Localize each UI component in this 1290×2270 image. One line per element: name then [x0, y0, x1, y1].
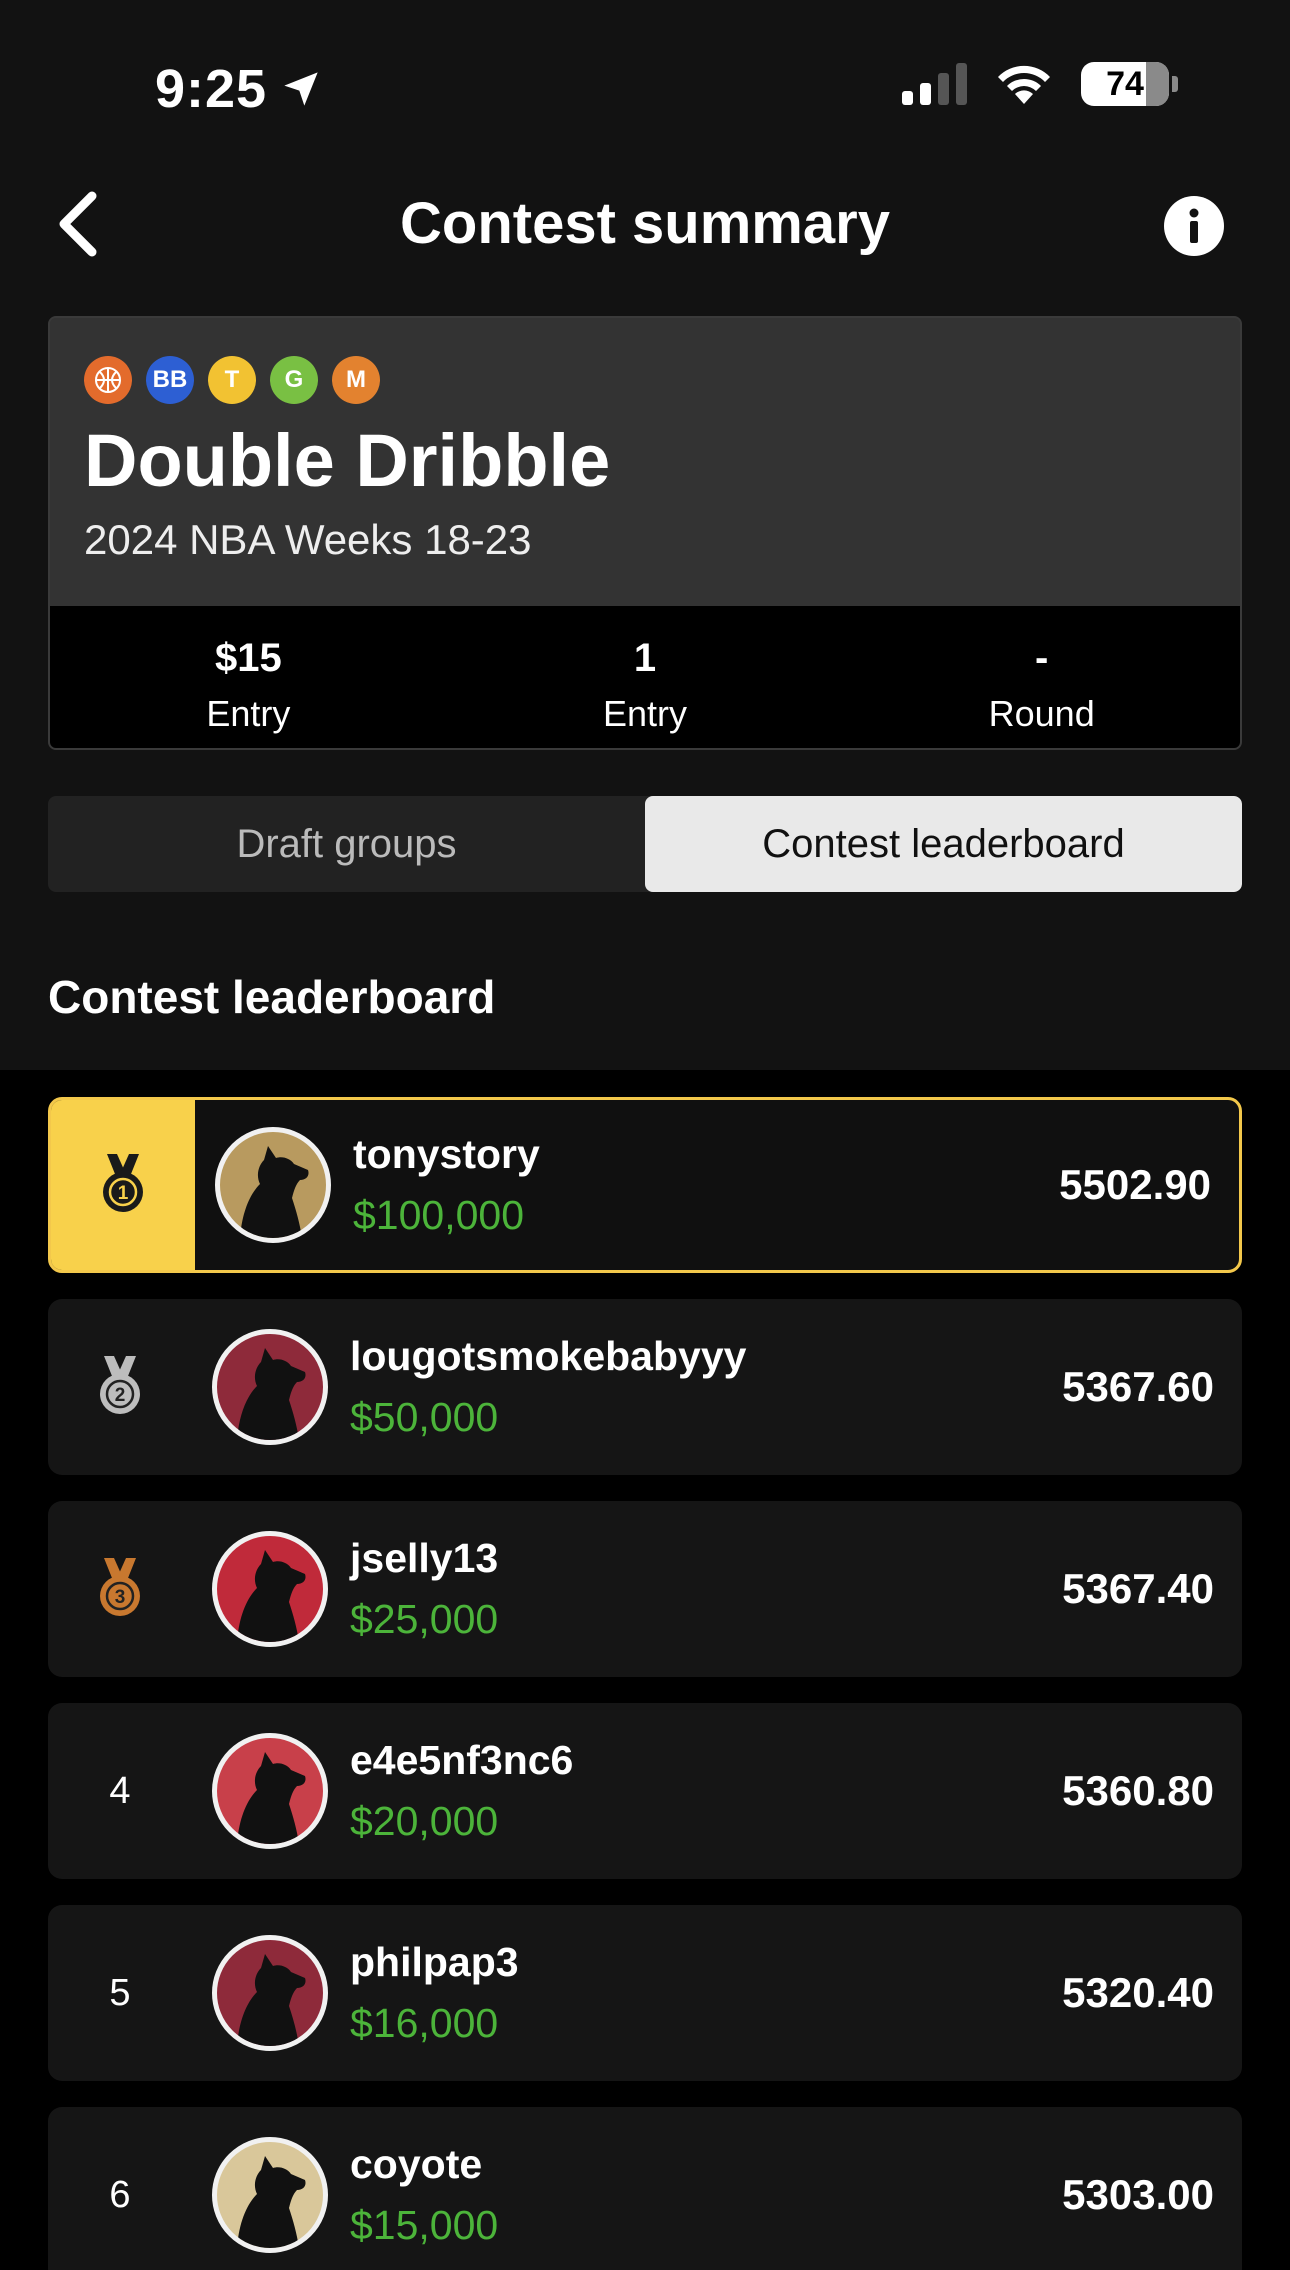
leaderboard-row[interactable]: 2 lougotsmokebabyyy $50,000 5367.60 — [48, 1299, 1242, 1475]
prize-amount: $16,000 — [350, 2000, 499, 2046]
dog-silhouette-icon — [237, 1954, 306, 2046]
dog-silhouette-icon — [237, 2156, 306, 2248]
stat-label: Entry — [602, 693, 688, 734]
player-info: jselly13 $25,000 — [350, 1535, 1062, 1643]
basketball-icon — [84, 356, 132, 404]
stat-label: Round — [988, 693, 1095, 734]
avatar — [212, 1531, 328, 1647]
info-button[interactable] — [1164, 196, 1224, 256]
player-info: lougotsmokebabyyy $50,000 — [350, 1333, 1062, 1441]
tab-draft-groups[interactable]: Draft groups — [48, 796, 645, 892]
rank-number: 5 — [109, 1971, 131, 2014]
player-info: coyote $15,000 — [350, 2141, 1062, 2249]
dog-silhouette-icon — [237, 1550, 306, 1642]
rank-number: 6 — [109, 2173, 131, 2216]
location-arrow-icon — [284, 72, 318, 106]
username: philpap3 — [350, 1939, 519, 1985]
wifi-icon — [998, 65, 1050, 104]
player-info: tonystory $100,000 — [353, 1131, 1059, 1239]
sport-badges: BB T G M — [84, 356, 380, 404]
username: tonystory — [353, 1131, 540, 1177]
avatar — [215, 1127, 331, 1243]
player-info: e4e5nf3nc6 $20,000 — [350, 1737, 1062, 1845]
stat-label: Entry — [206, 693, 291, 734]
stat-value: - — [1035, 636, 1049, 680]
sport-badge: T — [208, 356, 256, 404]
svg-text:2: 2 — [115, 1385, 126, 1406]
prize-amount: $15,000 — [350, 2202, 499, 2248]
score: 5320.40 — [1062, 1969, 1214, 2016]
stat-value: $15 — [214, 636, 282, 680]
leaderboard-row[interactable]: 4 e4e5nf3nc6 $20,000 5360.80 — [48, 1703, 1242, 1879]
avatar — [212, 2137, 328, 2253]
svg-text:3: 3 — [115, 1587, 126, 1608]
svg-text:1: 1 — [118, 1183, 129, 1204]
prize-amount: $50,000 — [350, 1394, 499, 1440]
sport-badge: BB — [146, 356, 194, 404]
silver-medal-icon: 2 — [48, 1299, 192, 1475]
score: 5303.00 — [1062, 2171, 1214, 2218]
username: jselly13 — [350, 1535, 499, 1581]
battery-level: 74 — [1106, 64, 1144, 103]
contest-stats: $15 Entry 1 Entry - Round — [50, 606, 1240, 748]
status-time: 9:25 — [155, 58, 321, 120]
contest-subtitle: 2024 NBA Weeks 18-23 — [84, 516, 532, 563]
stat-round: - Round — [843, 606, 1240, 748]
leaderboard-row[interactable]: 6 coyote $15,000 5303.00 — [48, 2107, 1242, 2270]
username: lougotsmokebabyyy — [350, 1333, 747, 1379]
dog-silhouette-icon — [237, 1348, 306, 1440]
sport-badge: M — [332, 356, 380, 404]
score: 5367.40 — [1062, 1565, 1214, 1612]
player-info: philpap3 $16,000 — [350, 1939, 1062, 2047]
avatar — [212, 1935, 328, 2051]
username: e4e5nf3nc6 — [350, 1737, 574, 1783]
status-icons: 74 — [902, 62, 1178, 106]
stat-entry-fee: $15 Entry — [50, 606, 447, 748]
battery-icon: 74 — [1081, 62, 1169, 106]
leaderboard-row[interactable]: 1 tonystory $100,000 5502.90 — [48, 1097, 1242, 1273]
avatar — [212, 1329, 328, 1445]
gold-medal-icon: 1 — [51, 1100, 195, 1270]
dog-silhouette-icon — [240, 1146, 309, 1238]
contest-name: Double Dribble — [84, 419, 611, 502]
tab-switcher: Draft groups Contest leaderboard — [48, 796, 1242, 892]
username: coyote — [350, 2141, 483, 2187]
dog-silhouette-icon — [237, 1752, 306, 1844]
cellular-signal-icon — [902, 63, 967, 105]
section-title: Contest leaderboard — [48, 971, 496, 1023]
page-title: Contest summary — [400, 191, 890, 256]
stat-value: 1 — [633, 636, 657, 680]
prize-amount: $25,000 — [350, 1596, 499, 1642]
tab-contest-leaderboard[interactable]: Contest leaderboard — [645, 796, 1242, 892]
rank-number: 4 — [109, 1769, 131, 1812]
prize-amount: $20,000 — [350, 1798, 499, 1844]
sport-badge: G — [270, 356, 318, 404]
score: 5367.60 — [1062, 1363, 1214, 1410]
score: 5502.90 — [1059, 1161, 1211, 1208]
avatar — [212, 1733, 328, 1849]
contest-card: BB T G M Double Dribble 2024 NBA Weeks 18-2… — [48, 316, 1242, 750]
clock-label: 9:25 — [155, 59, 268, 119]
stat-entries: 1 Entry — [447, 606, 844, 748]
leaderboard-row[interactable]: 5 philpap3 $16,000 5320.40 — [48, 1905, 1242, 2081]
bronze-medal-icon: 3 — [48, 1501, 192, 1677]
info-icon — [1189, 208, 1199, 243]
prize-amount: $100,000 — [353, 1192, 525, 1238]
score: 5360.80 — [1062, 1767, 1214, 1814]
leaderboard-row[interactable]: 3 jselly13 $25,000 5367.40 — [48, 1501, 1242, 1677]
